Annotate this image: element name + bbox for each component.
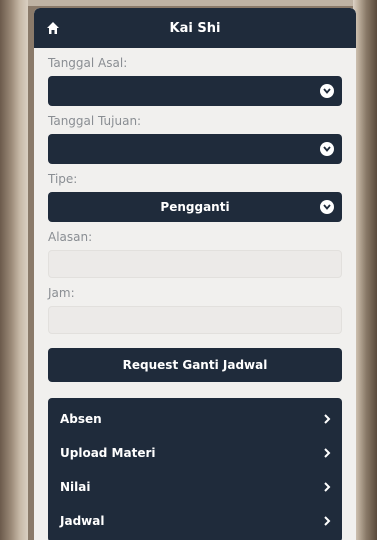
chevron-right-icon [324, 414, 331, 424]
alasan-label: Alasan: [48, 230, 93, 244]
menu-item-label: Nilai [60, 480, 91, 494]
reschedule-form: Tanggal Asal: Tanggal Tujuan: Tipe: Peng… [34, 56, 356, 382]
request-ganti-jadwal-button[interactable]: Request Ganti Jadwal [48, 348, 342, 382]
phone-bezel-left [0, 0, 28, 540]
home-icon[interactable] [46, 21, 60, 35]
tipe-select[interactable]: Pengganti [48, 192, 342, 222]
header-bar: Kai Shi [34, 8, 356, 48]
menu-item-jadwal[interactable]: Jadwal [48, 504, 342, 538]
jam-input[interactable] [48, 306, 342, 334]
alasan-input[interactable] [48, 250, 342, 278]
phone-bezel-right [353, 0, 377, 540]
chevron-down-icon [320, 142, 334, 156]
phone-bezel-top [0, 0, 377, 6]
tanggal-asal-select[interactable] [48, 76, 342, 106]
menu-item-label: Jadwal [60, 514, 105, 528]
app-screen: Kai Shi Tanggal Asal: Tanggal Tujuan: Ti… [34, 8, 356, 540]
chevron-right-icon [324, 516, 331, 526]
tipe-label: Tipe: [48, 172, 78, 186]
menu-item-label: Upload Materi [60, 446, 156, 460]
tanggal-asal-label: Tanggal Asal: [48, 56, 128, 70]
menu-item-label: Absen [60, 412, 102, 426]
jam-label: Jam: [48, 286, 75, 300]
menu-item-nilai[interactable]: Nilai [48, 470, 342, 504]
chevron-right-icon [324, 448, 331, 458]
page-title: Kai Shi [169, 20, 221, 36]
chevron-down-icon [320, 200, 334, 214]
tipe-value: Pengganti [160, 200, 230, 214]
chevron-down-icon [320, 84, 334, 98]
menu-item-upload-materi[interactable]: Upload Materi [48, 436, 342, 470]
tanggal-tujuan-label: Tanggal Tujuan: [48, 114, 142, 128]
menu-item-absen[interactable]: Absen [48, 402, 342, 436]
tanggal-tujuan-select[interactable] [48, 134, 342, 164]
nav-menu: Absen Upload Materi Nilai Jadwal [48, 398, 342, 540]
chevron-right-icon [324, 482, 331, 492]
